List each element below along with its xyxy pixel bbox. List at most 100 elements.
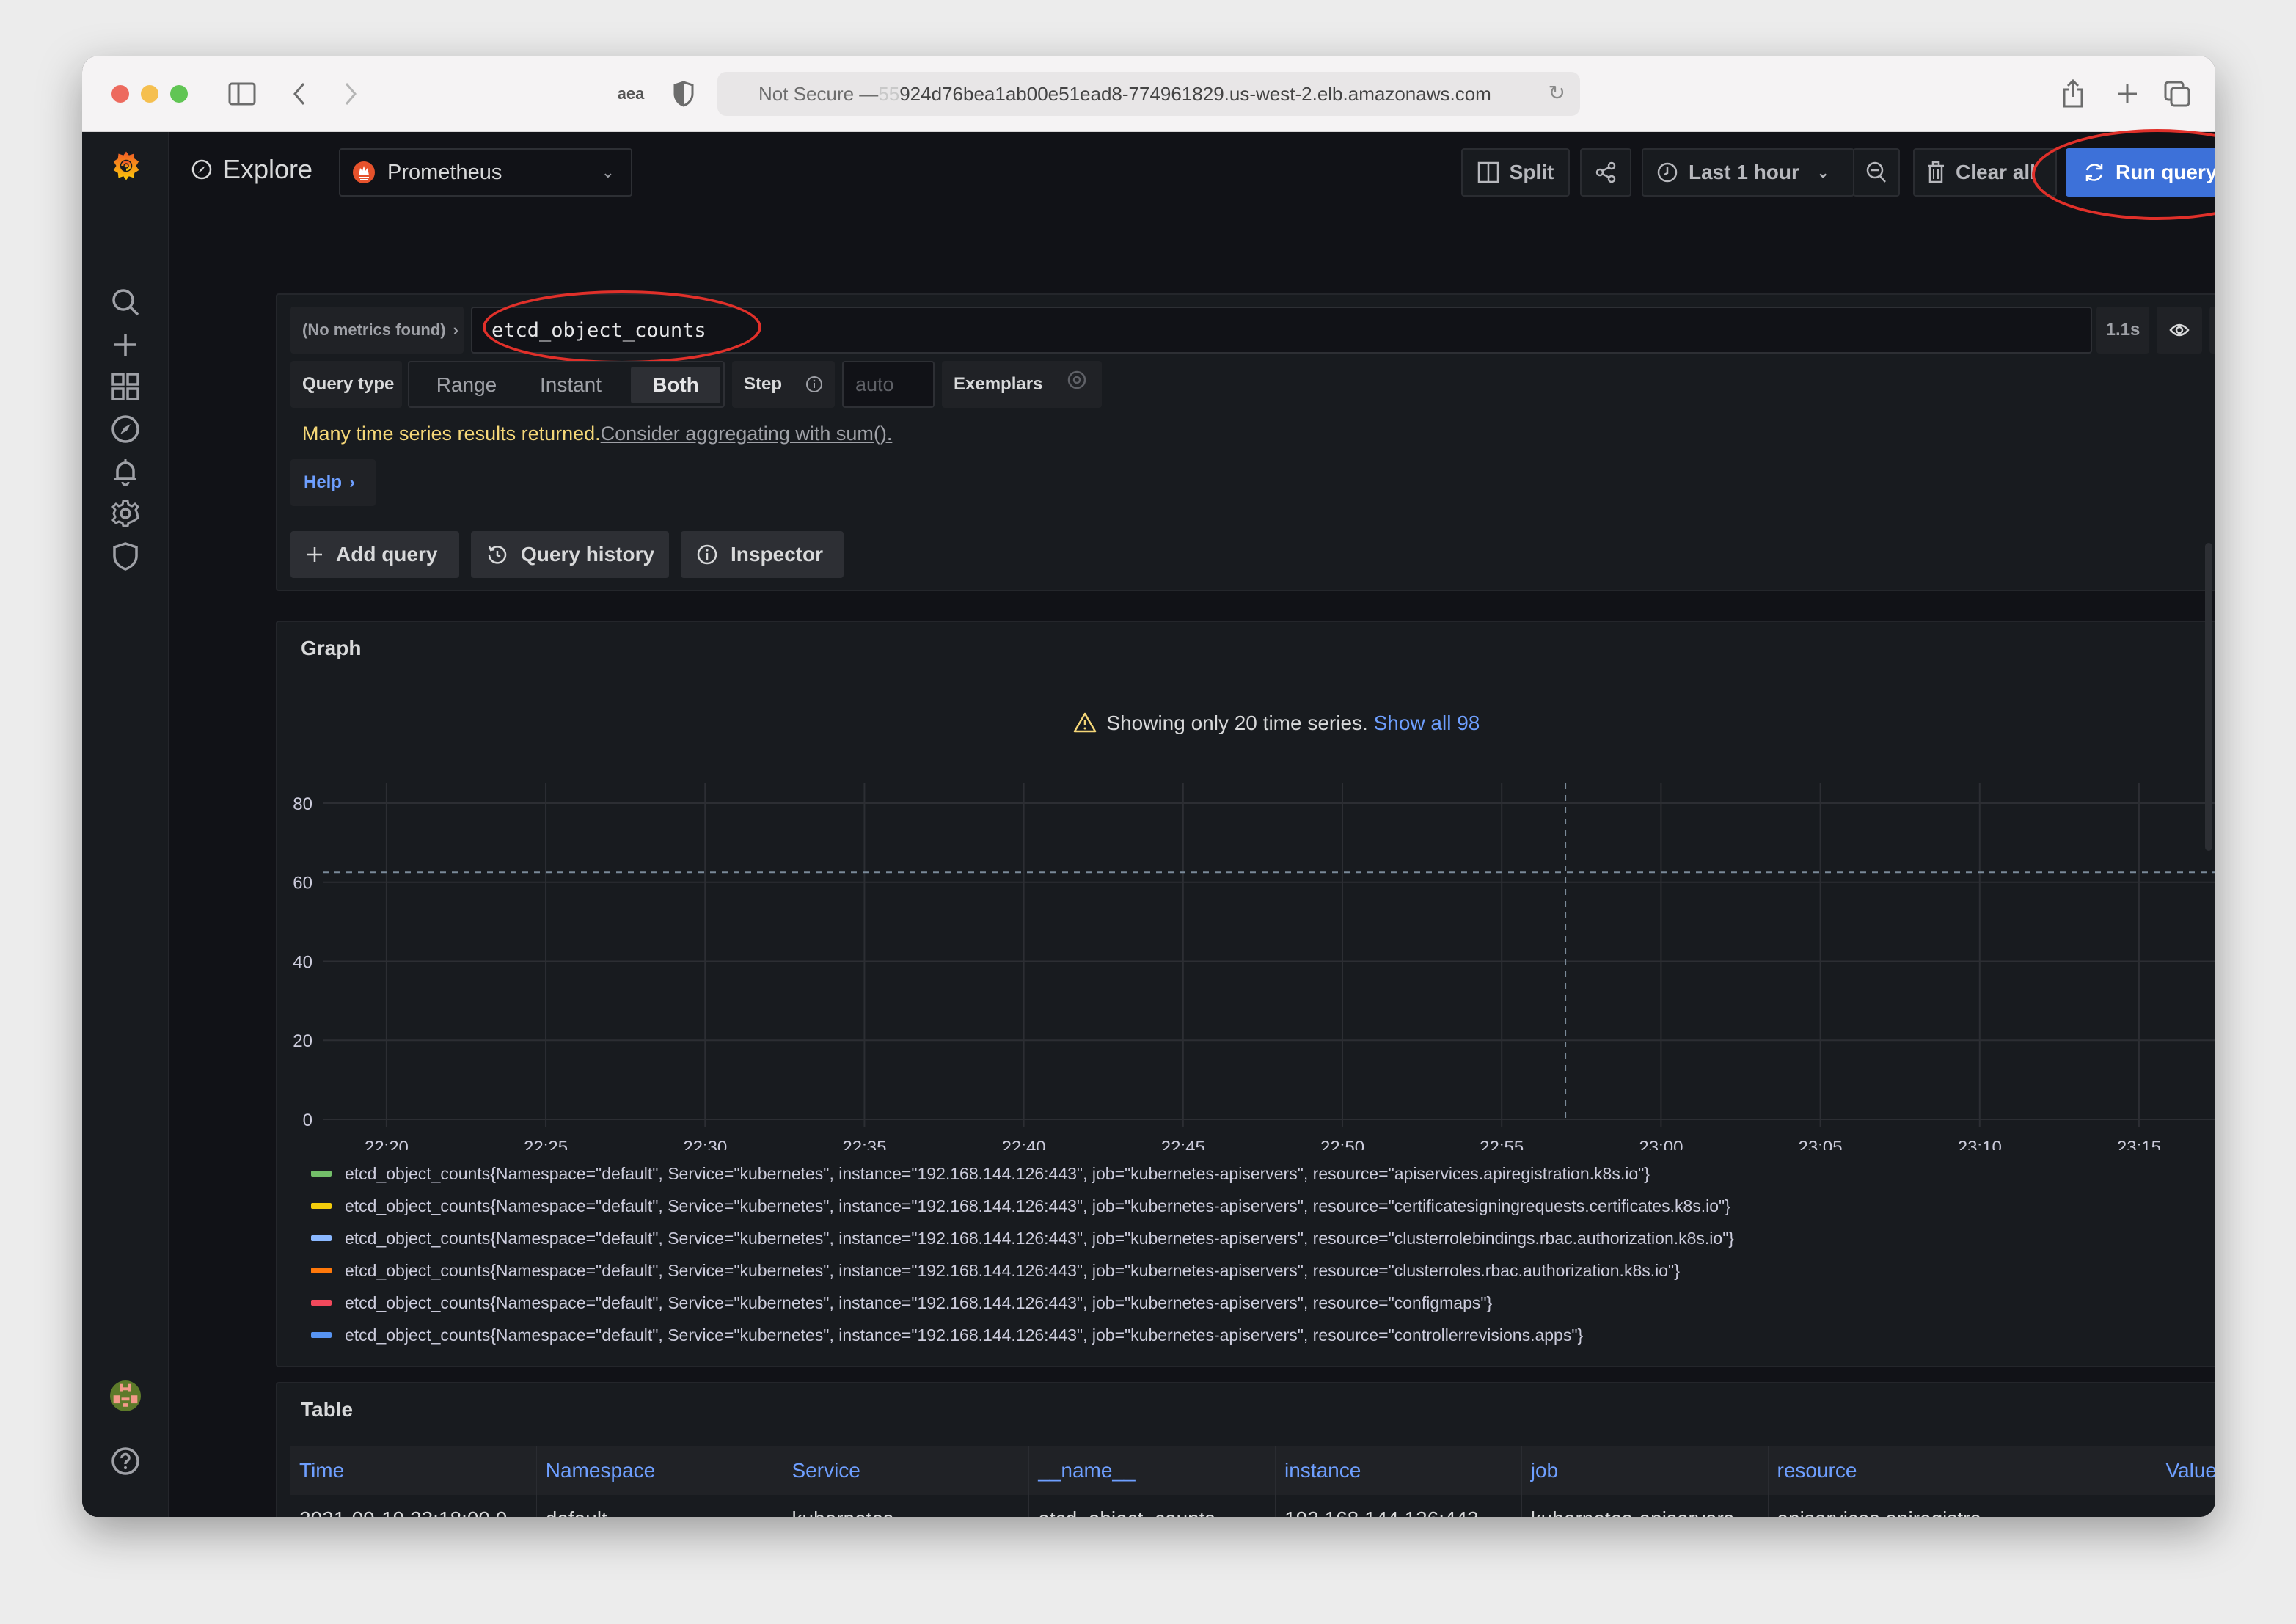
search-icon[interactable] bbox=[109, 286, 142, 318]
share-icon[interactable] bbox=[2058, 78, 2088, 110]
query-editor-panel: (No metrics found) › etcd_object_counts … bbox=[276, 290, 2215, 591]
column-header[interactable]: resource bbox=[1769, 1446, 2015, 1495]
remove-query-button[interactable] bbox=[2209, 307, 2215, 354]
privacy-shield-icon[interactable] bbox=[669, 78, 698, 110]
browser-titlebar: aea Not Secure — 55 924d76bea1ab00e51ead… bbox=[82, 56, 2215, 132]
clear-all-button[interactable]: Clear all bbox=[1913, 148, 2057, 197]
run-query-button[interactable]: Run query ⌄ bbox=[2066, 148, 2215, 197]
share-link-button[interactable] bbox=[1580, 148, 1631, 197]
legend-swatch bbox=[311, 1268, 332, 1273]
table-cell: 192.168.144.126:443 bbox=[1276, 1495, 1522, 1517]
alerting-bell-icon[interactable] bbox=[109, 456, 142, 488]
forward-icon[interactable] bbox=[336, 78, 365, 110]
server-admin-shield-icon[interactable] bbox=[109, 540, 142, 572]
configuration-gear-icon[interactable] bbox=[109, 497, 142, 530]
step-input[interactable]: auto bbox=[842, 361, 935, 408]
table-cell: kubernetes-apiservers bbox=[1522, 1495, 1769, 1517]
split-button[interactable]: Split bbox=[1461, 148, 1570, 197]
grafana-logo-icon[interactable] bbox=[107, 145, 145, 186]
user-avatar[interactable] bbox=[106, 1376, 145, 1416]
maximize-window-button[interactable] bbox=[170, 85, 188, 103]
address-bar[interactable]: Not Secure — 55 924d76bea1ab00e51ead8-77… bbox=[717, 72, 1580, 116]
refresh-icon bbox=[2085, 164, 2103, 181]
legend-item[interactable]: etcd_object_counts{Namespace="default", … bbox=[311, 1222, 2215, 1254]
aggregate-suggestion-link[interactable]: Consider aggregating with sum(). bbox=[601, 423, 893, 445]
column-header[interactable]: Namespace bbox=[537, 1446, 783, 1495]
info-icon[interactable] bbox=[805, 376, 823, 393]
legend-swatch bbox=[311, 1332, 332, 1338]
exemplars-label: Exemplars bbox=[954, 374, 1043, 394]
y-tick-label: 20 bbox=[293, 1031, 312, 1051]
x-tick-label: 23:00 bbox=[1639, 1138, 1683, 1150]
table-header-row: Time Namespace Service __name__ instance job r… bbox=[290, 1446, 2215, 1495]
y-tick-label: 0 bbox=[303, 1111, 312, 1130]
graph-panel: Graph Showing only 20 time series. Show … bbox=[276, 621, 2215, 1367]
query-type-both[interactable]: Both bbox=[631, 367, 720, 403]
column-header[interactable]: Value #A bbox=[2014, 1446, 2215, 1495]
query-expression-input[interactable]: etcd_object_counts bbox=[471, 307, 2092, 354]
trash-icon bbox=[1928, 161, 1944, 183]
x-tick-label: 22:40 bbox=[1002, 1138, 1046, 1150]
create-plus-icon[interactable] bbox=[109, 329, 142, 361]
column-header[interactable]: job bbox=[1522, 1446, 1769, 1495]
close-window-button[interactable] bbox=[111, 85, 129, 103]
column-header[interactable]: __name__ bbox=[1029, 1446, 1276, 1495]
reload-icon[interactable]: ↻ bbox=[1549, 81, 1565, 105]
legend-item[interactable]: etcd_object_counts{Namespace="default", … bbox=[311, 1319, 2215, 1351]
chevron-right-icon: › bbox=[349, 472, 356, 492]
new-tab-icon[interactable] bbox=[2113, 78, 2142, 110]
datasource-name: Prometheus bbox=[387, 160, 502, 184]
sidebar-toggle-icon[interactable] bbox=[226, 78, 258, 110]
info-icon bbox=[697, 544, 717, 565]
table-cell: apiservices.apiregistra... bbox=[1769, 1495, 2015, 1517]
split-icon bbox=[1477, 161, 1499, 183]
exemplars-toggle[interactable]: Exemplars bbox=[942, 361, 1102, 408]
query-type-range[interactable]: Range bbox=[423, 367, 511, 403]
column-header[interactable]: Service bbox=[783, 1446, 1030, 1495]
add-query-button[interactable]: Add query bbox=[290, 531, 459, 578]
metrics-browser-button[interactable]: (No metrics found) › bbox=[290, 307, 464, 354]
step-label-chip: Step bbox=[732, 361, 835, 408]
query-history-label: Query history bbox=[521, 543, 655, 566]
time-series-chart[interactable]: 0 20 40 60 80 22:20 22:25 22:30 22:35 22:40 22:45 2… bbox=[277, 769, 2215, 1150]
table-title: Table bbox=[301, 1398, 354, 1421]
x-tick-label: 22:50 bbox=[1320, 1138, 1364, 1150]
legend-item[interactable]: etcd_object_counts{Namespace="default", … bbox=[311, 1190, 2215, 1222]
query-history-button[interactable]: Query history bbox=[471, 531, 669, 578]
inspector-button[interactable]: Inspector bbox=[681, 531, 844, 578]
zoom-out-icon bbox=[1866, 161, 1886, 183]
eye-icon bbox=[2169, 323, 2190, 337]
column-header[interactable]: Time bbox=[290, 1446, 537, 1495]
datasource-picker[interactable]: Prometheus ⌄ bbox=[339, 148, 632, 197]
legend-label: etcd_object_counts{Namespace="default", … bbox=[345, 1292, 1493, 1312]
table-cell: default bbox=[537, 1495, 783, 1517]
legend-label: etcd_object_counts{Namespace="default", … bbox=[345, 1196, 1730, 1215]
tab-overview-icon[interactable] bbox=[2162, 78, 2192, 110]
back-icon[interactable] bbox=[285, 78, 314, 110]
y-tick-label: 60 bbox=[293, 874, 312, 893]
legend-swatch bbox=[311, 1203, 332, 1209]
dashboards-icon[interactable] bbox=[109, 370, 142, 403]
clear-all-label: Clear all bbox=[1956, 161, 2036, 183]
legend-item[interactable]: etcd_object_counts{Namespace="default", … bbox=[311, 1287, 2215, 1319]
page-scrollbar[interactable] bbox=[2205, 543, 2212, 851]
toggle-query-visibility-button[interactable] bbox=[2157, 307, 2202, 354]
explore-compass-icon bbox=[191, 159, 212, 180]
time-range-label: Last 1 hour bbox=[1689, 161, 1799, 183]
help-toggle-button[interactable]: Help › bbox=[290, 459, 376, 506]
translate-icon[interactable]: aea bbox=[613, 78, 648, 110]
query-type-label: Query type bbox=[290, 361, 402, 408]
show-all-series-link[interactable]: Show all 98 bbox=[1374, 712, 1480, 734]
legend-item[interactable]: etcd_object_counts{Namespace="default", … bbox=[311, 1254, 2215, 1287]
minimize-window-button[interactable] bbox=[141, 85, 158, 103]
zoom-out-button[interactable] bbox=[1853, 148, 1900, 197]
time-range-picker[interactable]: Last 1 hour ⌄ bbox=[1642, 148, 1854, 197]
help-icon[interactable] bbox=[109, 1445, 142, 1477]
table-cell: etcd_object_counts bbox=[1029, 1495, 1276, 1517]
table-row[interactable]: 2021-09-19 23:18:00.0...defaultkubernete… bbox=[290, 1495, 2215, 1517]
column-header[interactable]: instance bbox=[1276, 1446, 1522, 1495]
legend-item[interactable]: etcd_object_counts{Namespace="default", … bbox=[311, 1157, 2215, 1190]
explore-compass-icon[interactable] bbox=[109, 413, 142, 445]
sidebar bbox=[82, 132, 169, 1517]
query-type-instant[interactable]: Instant bbox=[525, 367, 616, 403]
